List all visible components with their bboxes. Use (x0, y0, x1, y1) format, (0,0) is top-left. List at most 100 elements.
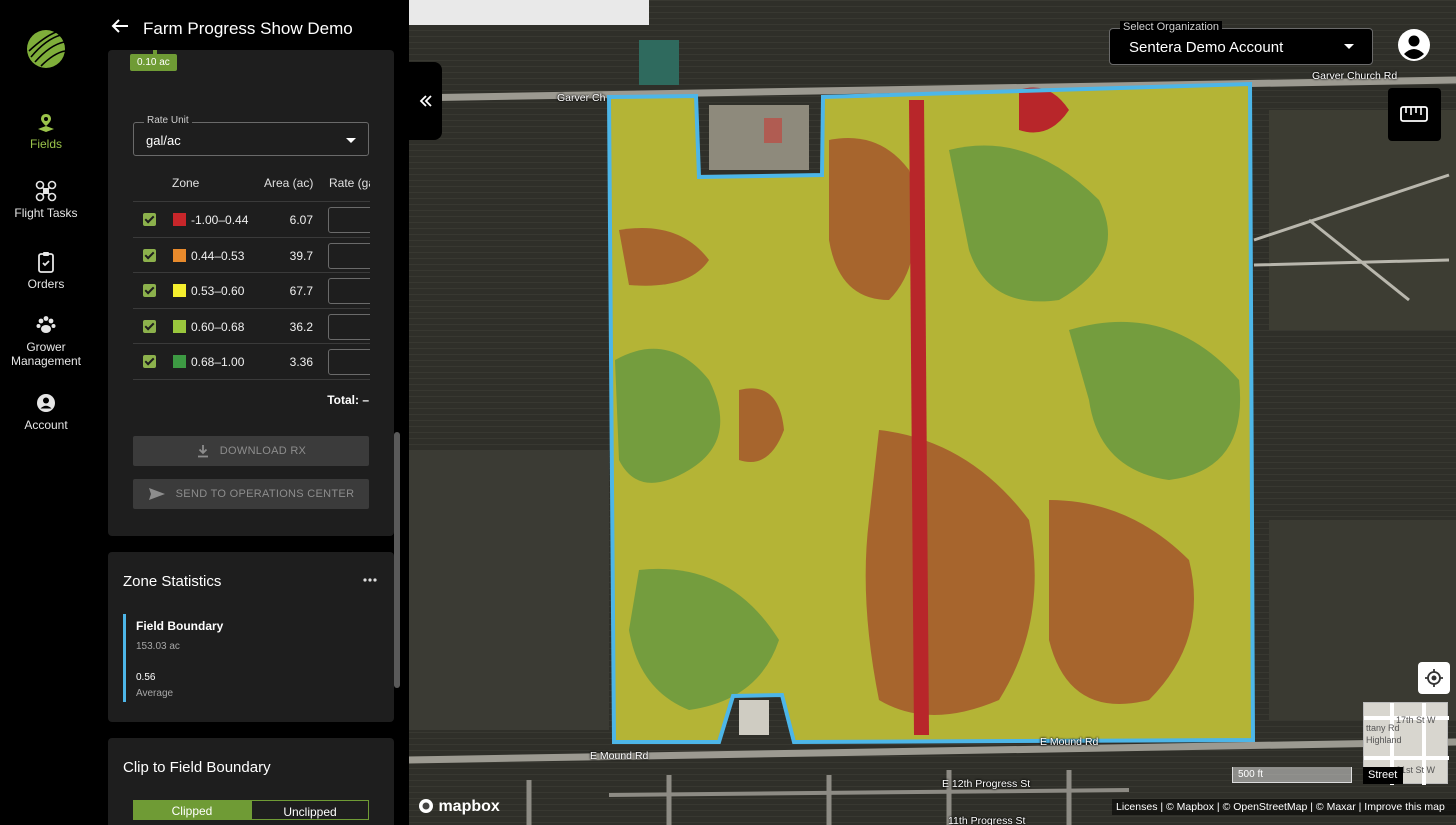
road-label-garver-right: Garver Church Rd (1312, 70, 1398, 82)
send-icon (148, 488, 165, 500)
caret-down-icon (1344, 44, 1354, 49)
send-label: SEND TO OPERATIONS CENTER (175, 488, 355, 500)
download-rx-button[interactable]: DOWNLOAD RX (133, 436, 369, 466)
stat-average-value: 0.56 (136, 672, 156, 683)
download-icon (197, 445, 208, 458)
organization-select-label: Select Organization (1120, 21, 1222, 33)
geolocate-button[interactable] (1418, 662, 1450, 694)
zone-rate-input[interactable] (328, 278, 370, 304)
zone-area: 36.2 (289, 319, 313, 334)
more-horizontal-icon[interactable] (363, 578, 377, 582)
nav-item-flight-tasks[interactable]: Flight Tasks (0, 180, 92, 220)
account-icon (37, 394, 55, 412)
unclipped-toggle[interactable]: Unclipped (251, 800, 369, 820)
zone-checkbox[interactable] (143, 248, 156, 262)
app-root: Fields Flight Tasks Orders Grower Manage… (0, 0, 1456, 825)
user-avatar-icon[interactable] (1397, 28, 1431, 62)
download-rx-label: DOWNLOAD RX (219, 445, 307, 457)
nav-item-grower-management[interactable]: Grower Management (0, 314, 92, 368)
clip-boundary-card: Clip to Field Boundary Clipped Unclipped (108, 738, 394, 825)
zone-color-swatch (173, 248, 186, 262)
field-panel: 0.10 ac Rate Unit gal/ac Zone Area (ac) … (92, 0, 409, 825)
stat-boundary-name: Field Boundary (136, 619, 224, 633)
zone-checkbox[interactable] (143, 355, 156, 368)
rate-total: Total: – (327, 393, 369, 407)
rate-unit-select[interactable]: Rate Unit gal/ac (133, 115, 369, 156)
mapbox-logo[interactable]: mapbox (418, 798, 500, 816)
double-chevron-left-icon (419, 95, 432, 107)
table-row: -1.00–0.44 6.07 (133, 202, 370, 238)
nav-item-orders[interactable]: Orders (0, 251, 92, 291)
zone-color-swatch (173, 319, 186, 333)
mapbox-logo-text: mapbox (438, 798, 500, 815)
zone-area: 3.36 (289, 355, 313, 369)
zone-color-swatch (173, 213, 186, 226)
road-label-mound-left: E Mound Rd (590, 750, 649, 762)
map-scale-bar: 500 ft (1232, 767, 1352, 783)
nav-label-orders: Orders (27, 277, 65, 291)
road-label-12th-progress: E 12th Progress St (942, 778, 1031, 790)
rate-unit-label: Rate Unit (144, 115, 192, 126)
area-chip: 0.10 ac (130, 54, 177, 71)
road-label-11th-progress: 11th Progress St (948, 815, 1026, 825)
map-attribution[interactable]: Licenses | © Mapbox | © OpenStreetMap | … (1112, 799, 1456, 815)
zone-rate-input[interactable] (328, 313, 370, 340)
back-arrow-icon[interactable] (111, 18, 129, 34)
crosshair-icon (1425, 669, 1443, 687)
table-row: 0.53–0.60 67.7 (133, 273, 370, 309)
zone-range: 0.44–0.53 (191, 248, 245, 263)
zone-table-header: Zone Area (ac) Rate (gal/ac) (133, 162, 370, 202)
mini-map-street-label: 17th St W (1396, 715, 1436, 725)
nav-label-management: Management (10, 354, 82, 368)
nav-item-fields[interactable]: Fields (0, 111, 92, 151)
clipboard-icon (38, 252, 54, 273)
nav-label-grower: Grower (26, 340, 66, 354)
table-row: 0.60–0.68 36.2 (133, 309, 370, 344)
zone-range: -1.00–0.44 (191, 213, 249, 227)
mini-map-street-label: ttany Rd (1366, 723, 1400, 733)
zone-rate-input[interactable] (328, 207, 370, 233)
zone-checkbox[interactable] (143, 319, 156, 333)
organization-select-value: Sentera Demo Account (1129, 39, 1284, 56)
zone-rate-input[interactable] (328, 349, 370, 375)
page-title: Farm Progress Show Demo (143, 19, 353, 38)
collapse-panel-button[interactable] (409, 62, 442, 140)
organization-select[interactable]: Select Organization Sentera Demo Account (1109, 21, 1373, 65)
mini-map-street-label: Highland (1366, 735, 1402, 745)
stat-boundary-area: 153.03 ac (136, 641, 180, 652)
stat-accent-bar (123, 614, 126, 702)
header-area: Area (ac) (264, 176, 314, 190)
clipped-toggle[interactable]: Clipped (133, 800, 251, 820)
panel-scrollbar[interactable] (394, 432, 400, 688)
zone-statistics-title: Zone Statistics (123, 573, 222, 590)
map-canvas[interactable] (409, 0, 1456, 825)
measure-tool-button[interactable] (1388, 88, 1441, 141)
table-row: 0.44–0.53 39.7 (133, 238, 370, 273)
drone-icon (35, 180, 57, 202)
nav-label-fields: Fields (29, 137, 62, 151)
map-view[interactable] (409, 0, 1456, 825)
header-zone: Zone (172, 176, 200, 190)
rate-unit-value: gal/ac (146, 133, 181, 148)
prescription-card: 0.10 ac Rate Unit gal/ac Zone Area (ac) … (108, 48, 394, 536)
nav-item-account[interactable]: Account (0, 392, 92, 432)
zone-area: 67.7 (289, 284, 313, 298)
stat-average-label: Average (136, 688, 174, 699)
panel-header: Farm Progress Show Demo (92, 0, 409, 50)
caret-down-icon (346, 138, 356, 143)
ruler-icon (1400, 106, 1428, 122)
paw-icon (36, 316, 56, 333)
table-row: 0.68–1.00 3.36 (133, 344, 370, 380)
zone-range: 0.68–1.00 (191, 355, 245, 369)
mapbox-mark-icon (419, 799, 433, 813)
zone-color-swatch (173, 284, 186, 297)
zone-checkbox[interactable] (143, 213, 156, 226)
zone-checkbox[interactable] (143, 284, 156, 297)
zone-range: 0.60–0.68 (191, 319, 245, 334)
nav-label-account: Account (24, 418, 68, 432)
zone-rate-input[interactable] (328, 242, 370, 269)
sentera-logo-icon[interactable] (26, 29, 66, 69)
zone-range: 0.53–0.60 (191, 284, 245, 298)
zone-area: 6.07 (289, 213, 313, 227)
send-to-operations-center-button[interactable]: SEND TO OPERATIONS CENTER (133, 479, 369, 509)
